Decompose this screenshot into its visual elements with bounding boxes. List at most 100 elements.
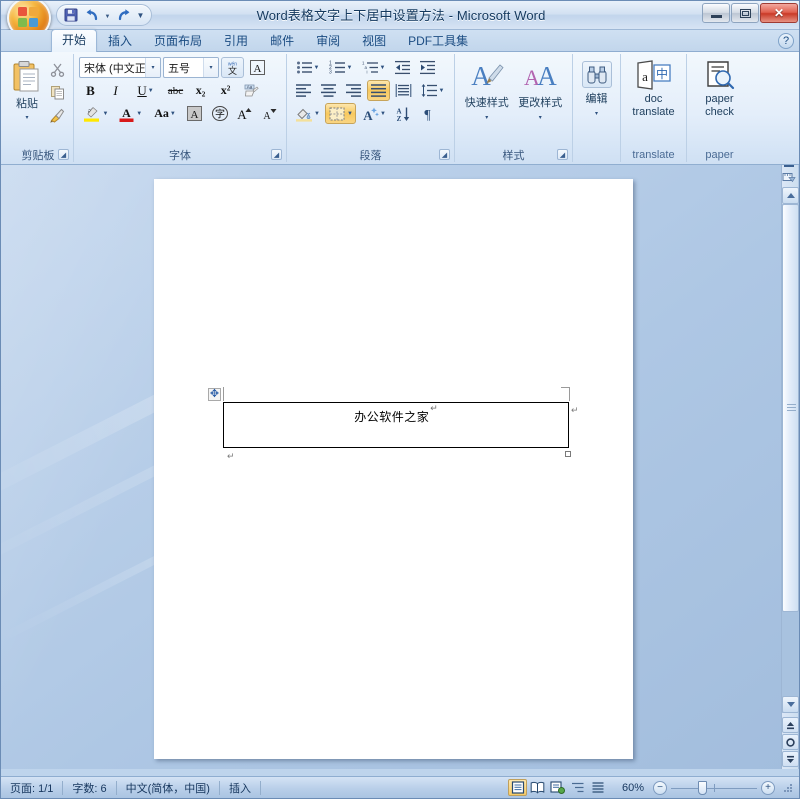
scroll-down-button[interactable]: [782, 696, 799, 713]
clear-formatting-button[interactable]: Aa: [239, 80, 262, 101]
restore-button[interactable]: [731, 3, 759, 23]
italic-button[interactable]: I: [104, 80, 127, 101]
editing-dropdown-icon[interactable]: ▾: [595, 110, 598, 117]
character-shading-button[interactable]: A: [183, 103, 206, 124]
document-workspace[interactable]: ✥ 办公软件之家 ↵ ↵ ↵: [1, 165, 799, 769]
status-insert-mode[interactable]: 插入: [220, 780, 260, 796]
undo-dropdown-icon[interactable]: ▼: [103, 6, 112, 25]
paste-button[interactable]: 粘贴 ▾: [8, 57, 46, 129]
view-web-layout-button[interactable]: [548, 779, 567, 796]
phonetic-guide-button[interactable]: wén 文: [221, 57, 244, 78]
grow-font-button[interactable]: A: [233, 103, 256, 124]
styles-dialog-launcher[interactable]: ◢: [557, 149, 568, 160]
tab-page-layout[interactable]: 页面布局: [143, 31, 213, 52]
status-language[interactable]: 中文(简体，中国): [117, 780, 219, 796]
text-effects-button[interactable]: A ▼: [358, 103, 389, 124]
browse-previous-button[interactable]: [782, 717, 799, 733]
underline-button[interactable]: U ▼: [129, 80, 162, 101]
cut-button[interactable]: [46, 59, 68, 80]
close-button[interactable]: ✕: [760, 3, 798, 23]
document-page[interactable]: [154, 179, 633, 759]
redo-icon[interactable]: [113, 6, 133, 25]
sort-button[interactable]: A Z: [391, 103, 414, 124]
superscript-button[interactable]: x²: [214, 80, 237, 101]
zoom-slider[interactable]: − +: [653, 780, 775, 795]
decrease-indent-button[interactable]: [391, 57, 414, 78]
align-distributed-button[interactable]: [392, 80, 415, 101]
shading-button[interactable]: ▼: [292, 103, 323, 124]
copy-button[interactable]: [46, 82, 68, 103]
change-case-dropdown-icon[interactable]: ▼: [170, 111, 176, 117]
change-case-button[interactable]: Aa ▼: [149, 103, 182, 124]
highlight-dropdown-icon[interactable]: ▼: [102, 111, 108, 117]
tab-insert[interactable]: 插入: [97, 31, 143, 52]
paste-dropdown-icon[interactable]: ▾: [25, 114, 28, 121]
strikethrough-button[interactable]: abc: [164, 80, 187, 101]
char-border-button[interactable]: A: [246, 57, 269, 78]
tab-pdf-tools[interactable]: PDF工具集: [397, 31, 479, 52]
paper-check-button[interactable]: paper check: [692, 57, 747, 129]
view-outline-button[interactable]: [568, 779, 587, 796]
scrollbar-thumb[interactable]: [782, 204, 799, 612]
minimize-button[interactable]: [702, 3, 730, 23]
select-browse-object-button[interactable]: [782, 734, 799, 750]
text-effects-dropdown-icon[interactable]: ▼: [380, 111, 386, 117]
zoom-level-label[interactable]: 60%: [612, 782, 644, 794]
numbering-button[interactable]: 123 ▼: [325, 57, 356, 78]
text-highlight-button[interactable]: ab ▼: [79, 103, 112, 124]
customize-quick-access-toolbar-icon[interactable]: ▼: [134, 6, 147, 25]
font-color-dropdown-icon[interactable]: ▼: [136, 111, 142, 117]
numbering-dropdown-icon[interactable]: ▼: [347, 65, 353, 71]
browse-next-button[interactable]: [782, 751, 799, 767]
enclose-characters-button[interactable]: 字: [208, 103, 231, 124]
subscript-button[interactable]: x₂: [189, 80, 212, 101]
status-word-count[interactable]: 字数: 6: [63, 780, 115, 796]
status-page-number[interactable]: 页面: 1/1: [1, 780, 62, 796]
quick-styles-dropdown-icon[interactable]: ▾: [485, 114, 488, 121]
format-painter-button[interactable]: [46, 105, 68, 126]
save-icon[interactable]: [61, 6, 81, 25]
change-styles-dropdown-icon[interactable]: ▾: [539, 114, 542, 121]
align-center-button[interactable]: [317, 80, 340, 101]
editing-button[interactable]: 编辑 ▾: [578, 57, 615, 129]
zoom-out-button[interactable]: −: [653, 780, 667, 795]
tab-review[interactable]: 审阅: [305, 31, 351, 52]
align-right-button[interactable]: [342, 80, 365, 101]
borders-button[interactable]: ▼: [325, 103, 356, 124]
scroll-up-button[interactable]: [782, 187, 799, 204]
font-size-combo[interactable]: 五号 ▾: [163, 57, 219, 78]
shading-dropdown-icon[interactable]: ▼: [314, 111, 320, 117]
resize-grip-icon[interactable]: [782, 781, 795, 794]
zoom-thumb[interactable]: [698, 780, 707, 795]
view-ruler-button[interactable]: [781, 169, 796, 185]
clipboard-dialog-launcher[interactable]: ◢: [58, 149, 69, 160]
font-name-dropdown-icon[interactable]: ▾: [145, 58, 160, 77]
font-dialog-launcher[interactable]: ◢: [271, 149, 282, 160]
font-name-combo[interactable]: 宋体 (中文正文) ▾: [79, 57, 161, 78]
doc-translate-button[interactable]: a 中 doc translate: [626, 57, 681, 129]
multilevel-list-button[interactable]: 1ai ▼: [358, 57, 389, 78]
undo-icon[interactable]: [82, 6, 102, 25]
vertical-scrollbar[interactable]: [781, 165, 799, 769]
find-icon-wrap[interactable]: [581, 61, 612, 88]
document-table[interactable]: 办公软件之家 ↵: [223, 402, 569, 448]
quick-styles-button[interactable]: A 快速样式 ▾: [460, 57, 514, 129]
multilevel-list-dropdown-icon[interactable]: ▼: [380, 65, 386, 71]
align-left-button[interactable]: [292, 80, 315, 101]
font-color-button[interactable]: A ▼: [114, 103, 147, 124]
show-formatting-marks-button[interactable]: ¶: [416, 103, 439, 124]
zoom-in-button[interactable]: +: [761, 780, 775, 795]
table-move-handle[interactable]: ✥: [208, 388, 221, 401]
increase-indent-button[interactable]: [416, 57, 439, 78]
borders-dropdown-icon[interactable]: ▼: [347, 111, 353, 117]
font-size-dropdown-icon[interactable]: ▾: [203, 58, 218, 77]
tab-mailings[interactable]: 邮件: [259, 31, 305, 52]
line-spacing-button[interactable]: ▼: [417, 80, 448, 101]
bullets-button[interactable]: ▼: [292, 57, 323, 78]
tab-references[interactable]: 引用: [213, 31, 259, 52]
align-justify-button[interactable]: [367, 80, 390, 101]
change-styles-button[interactable]: A A 更改样式 ▾: [514, 57, 568, 129]
tab-home[interactable]: 开始: [51, 29, 98, 52]
help-icon[interactable]: ?: [778, 33, 794, 49]
tab-view[interactable]: 视图: [351, 31, 397, 52]
